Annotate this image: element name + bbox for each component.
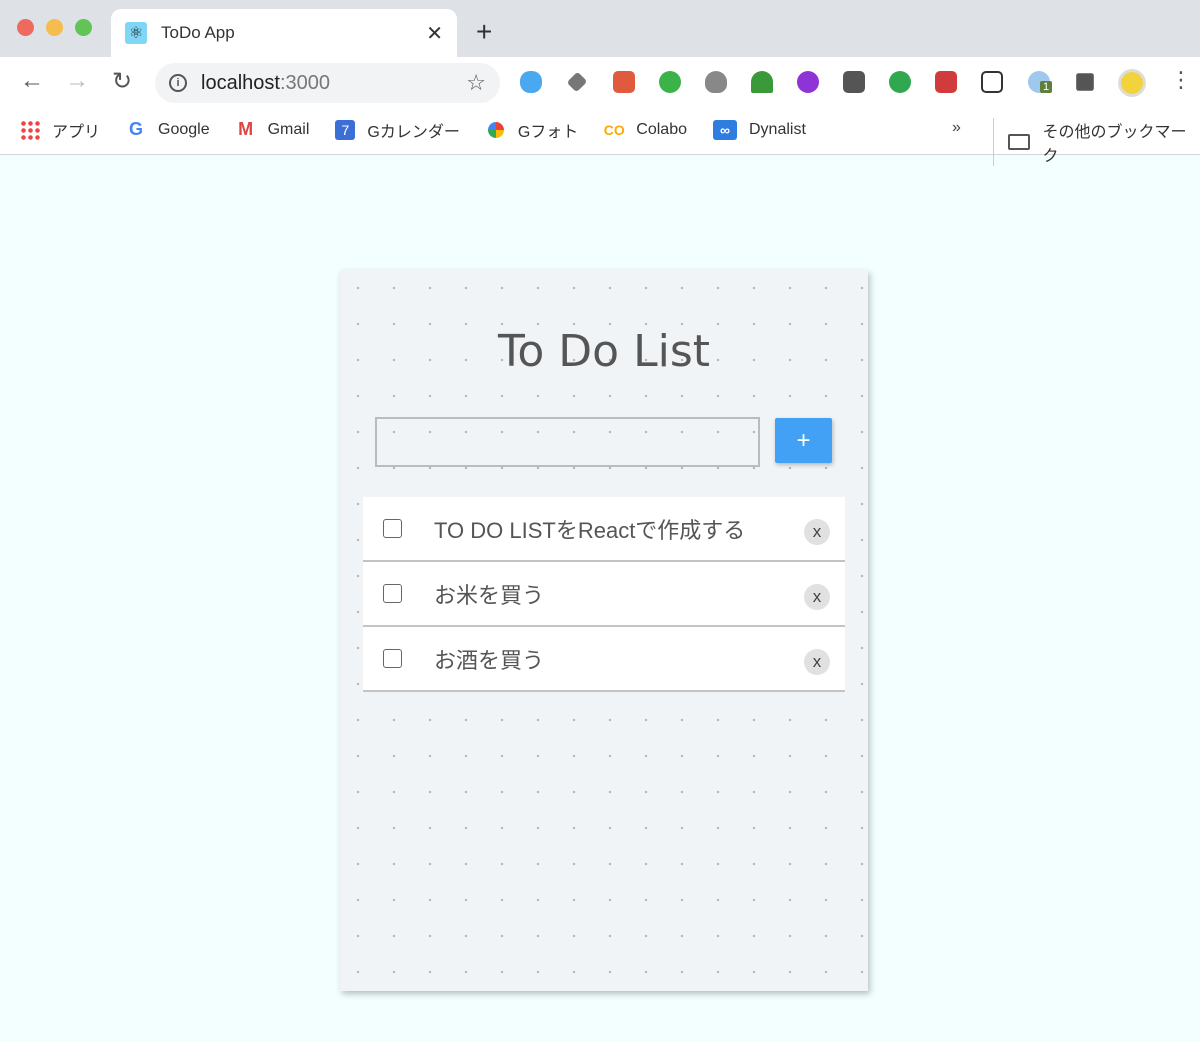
tab-title: ToDo App [161, 23, 235, 42]
add-todo-button[interactable]: + [775, 418, 832, 463]
bookmark-calendar[interactable]: 7 Gカレンダー [335, 118, 460, 142]
folder-icon [1007, 134, 1030, 150]
bookmark-dynalist[interactable]: ∞ Dynalist [713, 119, 806, 140]
bookmark-label: Google [158, 120, 210, 138]
todo-input[interactable] [375, 417, 760, 467]
delete-todo-button[interactable]: x [804, 649, 830, 675]
todo-card: To Do List + TO DO LISTをReactで作成する x お米を買… [340, 270, 868, 991]
other-bookmarks[interactable]: その他のブックマーク [993, 118, 1200, 166]
new-tab-button[interactable]: + [476, 16, 492, 48]
face-icon[interactable] [797, 71, 819, 93]
bookmark-label: Dynalist [749, 120, 806, 138]
todo-checkbox[interactable] [383, 584, 402, 603]
bookmark-gmail[interactable]: M Gmail [236, 119, 310, 140]
delete-todo-button[interactable]: x [804, 584, 830, 610]
address-bar[interactable]: i localhost:3000 ☆ [155, 63, 500, 103]
bookmark-colabo[interactable]: CO Colabo [604, 120, 687, 140]
todo-item: お米を買う x [363, 562, 845, 627]
dynalist-icon: ∞ [713, 119, 737, 140]
delete-todo-button[interactable]: x [804, 519, 830, 545]
url-port: :3000 [279, 71, 330, 94]
cube-icon[interactable] [981, 71, 1003, 93]
todo-checkbox[interactable] [383, 519, 402, 538]
more-bookmarks-button[interactable]: » [952, 119, 961, 137]
bookmark-manager-icon[interactable] [613, 71, 635, 93]
badge-count: 1 [1040, 81, 1053, 93]
tab-todo-app[interactable]: ⚛ ToDo App ✕ [111, 9, 457, 57]
bookmark-photos[interactable]: Gフォト [486, 118, 578, 142]
close-window-button[interactable] [17, 19, 34, 36]
back-button[interactable]: ← [20, 67, 44, 95]
todo-item: お酒を買う x [363, 627, 845, 692]
minimize-window-button[interactable] [46, 19, 63, 36]
puzzle-icon[interactable] [1076, 73, 1094, 91]
calendar-icon: 7 [335, 119, 356, 140]
todo-checkbox[interactable] [383, 649, 402, 668]
menu-icon[interactable]: ⋮ [1170, 67, 1192, 93]
todo-list: TO DO LISTをReactで作成する x お米を買う x お酒を買う x [363, 497, 845, 692]
bookmark-label: Gカレンダー [367, 123, 460, 141]
html-tree-icon[interactable] [751, 71, 773, 93]
bookmark-label: Gフォト [517, 123, 579, 141]
bookmark-label: Colabo [636, 120, 687, 138]
evernote-icon[interactable] [889, 71, 911, 93]
gmail-icon: M [238, 119, 254, 139]
dropbox-icon[interactable] [566, 71, 588, 93]
other-bookmarks-label: その他のブックマーク [1042, 124, 1187, 165]
info-icon[interactable]: i [169, 74, 187, 92]
todo-item: TO DO LISTをReactで作成する x [363, 497, 845, 562]
colab-icon: CO [603, 121, 625, 138]
close-tab-icon[interactable]: ✕ [426, 21, 443, 46]
maximize-window-button[interactable] [75, 19, 92, 36]
page-title: To Do List [497, 326, 710, 377]
icloud-icon[interactable] [520, 71, 542, 93]
tab-bar: ⚛ ToDo App ✕ + [0, 0, 1200, 57]
bug-icon[interactable] [705, 71, 727, 93]
apps-grid-icon [20, 119, 40, 140]
url-host: localhost [201, 71, 280, 94]
paw-icon[interactable] [935, 71, 957, 93]
bookmark-apps[interactable]: アプリ [20, 118, 100, 142]
react-icon: ⚛ [125, 22, 147, 44]
forward-button[interactable]: → [65, 67, 89, 95]
todo-text: TO DO LISTをReactで作成する [434, 517, 746, 543]
extension-badge-icon[interactable]: 1 [1028, 71, 1053, 93]
bookmark-label: Gmail [267, 120, 310, 138]
share-icon[interactable] [659, 71, 681, 93]
lightbulb-icon[interactable] [843, 71, 865, 93]
bookmark-star-icon[interactable]: ☆ [466, 70, 486, 96]
todo-text: お米を買う [434, 582, 545, 608]
toolbar: ← → ↻ i localhost:3000 ☆ 1 ⋮ [0, 57, 1200, 105]
todo-text: お酒を買う [434, 647, 545, 673]
bookmark-google[interactable]: G Google [126, 119, 210, 140]
avatar[interactable] [1118, 69, 1146, 97]
google-icon: G [129, 119, 144, 139]
reload-button[interactable]: ↻ [112, 67, 132, 96]
photos-icon [487, 121, 504, 138]
bookmark-label: アプリ [52, 123, 101, 141]
